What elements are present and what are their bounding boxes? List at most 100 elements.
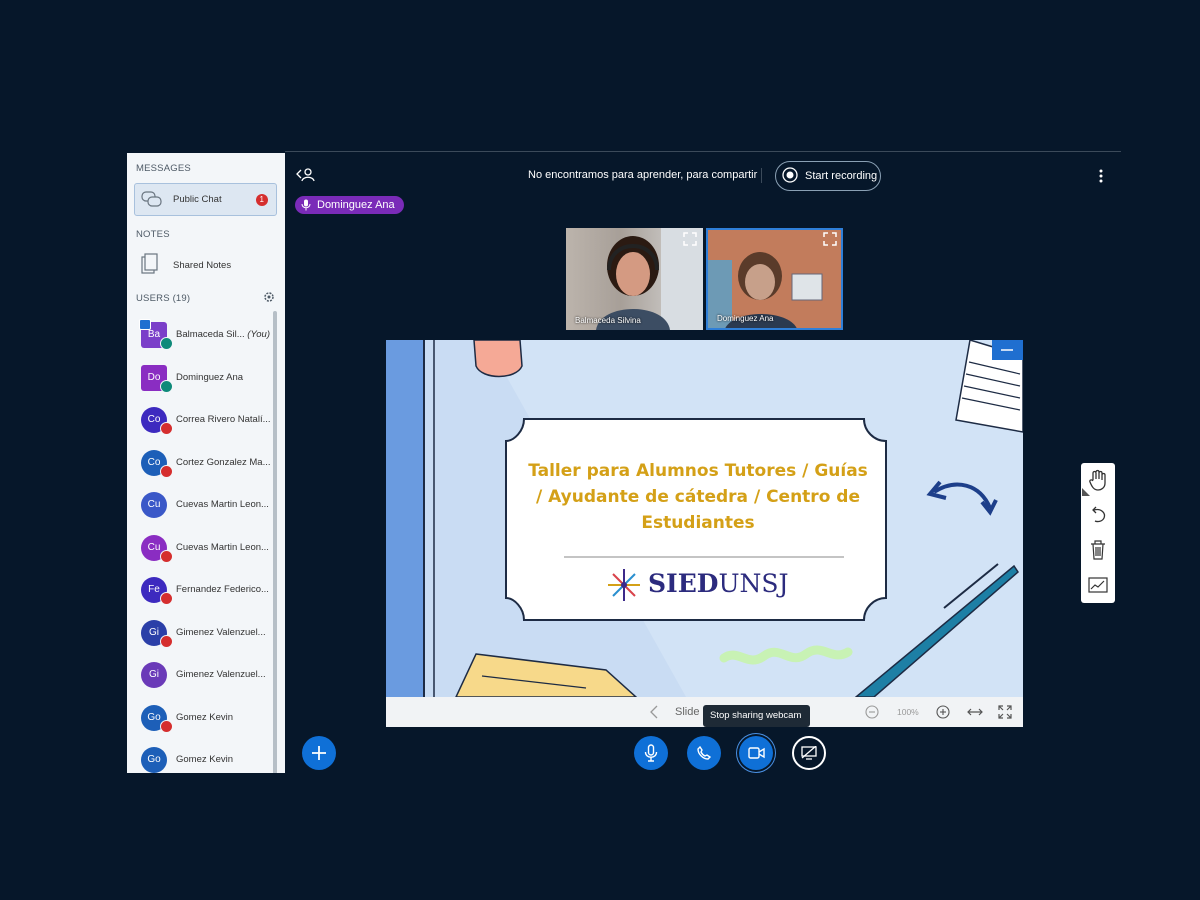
tooltip: Stop sharing webcam bbox=[703, 705, 810, 727]
fullscreen-icon[interactable] bbox=[998, 705, 1012, 719]
user-name-text: Fernandez Federico... bbox=[176, 584, 269, 595]
user-name: Cuevas Martin Leon... bbox=[176, 542, 276, 553]
mic-muted-icon bbox=[160, 549, 173, 563]
slide-title-line: / Ayudante de cátedra / Centro de bbox=[536, 487, 860, 507]
logo-text-sied: SIED bbox=[648, 569, 719, 598]
top-divider bbox=[285, 151, 1121, 152]
user-name-text: Dominguez Ana bbox=[176, 371, 244, 383]
slide-logo: SIEDUNSJ bbox=[648, 569, 789, 598]
user-list-item[interactable]: Fe Fernandez Federico... bbox=[127, 572, 277, 610]
user-name-text: Balmaceda Sil... bbox=[176, 329, 245, 340]
zoom-level: 100% bbox=[897, 707, 919, 717]
public-chat-label: Public Chat bbox=[173, 194, 222, 205]
user-name-text: Cortez Gonzalez Ma... bbox=[176, 456, 271, 468]
fit-width-icon[interactable] bbox=[967, 706, 983, 718]
user-list-scrollbar[interactable] bbox=[273, 311, 277, 773]
slide-title-line: Taller para Alumnos Tutores / Guías bbox=[528, 461, 868, 481]
user-list-item[interactable]: Cu Cuevas Martin Leon... bbox=[127, 530, 277, 568]
more-vertical-icon[interactable] bbox=[1096, 168, 1106, 184]
user-list-item[interactable]: Do Dominguez Ana bbox=[127, 360, 277, 398]
mute-button[interactable] bbox=[634, 736, 668, 770]
mic-on-icon bbox=[160, 379, 173, 393]
whiteboard-toolbar bbox=[1081, 463, 1115, 603]
user-name-text: Gimenez Valenzuel... bbox=[176, 626, 266, 638]
undo-button[interactable] bbox=[1081, 498, 1115, 532]
slide-title-line: Estudiantes bbox=[641, 513, 755, 533]
user-list-item[interactable]: Gi Gimenez Valenzuel... bbox=[127, 657, 277, 695]
start-recording-label: Start recording bbox=[805, 170, 878, 182]
user-name-text: Correa Rivero Natalí... bbox=[176, 414, 271, 425]
webcam-name: Balmaceda Silvina bbox=[575, 316, 641, 325]
notes-icon bbox=[141, 253, 158, 274]
webcam-button[interactable] bbox=[739, 736, 773, 770]
mic-on-icon bbox=[160, 337, 173, 350]
user-name: Dominguez Ana bbox=[176, 372, 276, 383]
user-name-text: Cuevas Martin Leon... bbox=[176, 499, 269, 510]
mic-muted-icon bbox=[160, 719, 173, 733]
mic-muted-icon bbox=[160, 464, 173, 478]
trash-icon bbox=[1091, 540, 1105, 560]
record-icon bbox=[782, 167, 798, 183]
user-list-item[interactable]: Ba Balmaceda Sil... (You) bbox=[127, 317, 277, 355]
user-list-item[interactable]: Go Gomez Kevin bbox=[127, 742, 277, 773]
shared-notes-label: Shared Notes bbox=[173, 260, 232, 271]
meeting-title: No encontramos para aprender, para compa… bbox=[528, 169, 758, 181]
title-divider bbox=[761, 168, 762, 183]
user-name-text: Cuevas Martin Leon... bbox=[176, 541, 269, 553]
screenshare-button[interactable] bbox=[792, 736, 826, 770]
clear-button[interactable] bbox=[1081, 533, 1115, 567]
logo-text-unsj: UNSJ bbox=[718, 569, 789, 598]
slide-selector[interactable]: Slide bbox=[675, 706, 699, 718]
undo-icon bbox=[1092, 506, 1106, 523]
microphone-icon bbox=[644, 744, 658, 762]
plus-icon bbox=[312, 746, 326, 760]
presentation-slide[interactable]: Taller para Alumnos Tutores / Guías / Ay… bbox=[386, 340, 1023, 697]
actions-button[interactable] bbox=[302, 736, 336, 770]
user-list-item[interactable]: Go Gomez Kevin bbox=[127, 700, 277, 738]
messages-section-label: MESSAGES bbox=[136, 163, 191, 174]
sidebar: MESSAGES Public Chat 1 NOTES Shared Note… bbox=[127, 153, 285, 773]
hand-icon bbox=[1089, 469, 1106, 491]
multi-user-button[interactable] bbox=[1081, 568, 1115, 602]
previous-slide-icon[interactable] bbox=[649, 705, 659, 719]
mic-muted-icon bbox=[160, 422, 173, 435]
user-name: Gimenez Valenzuel... bbox=[176, 669, 276, 680]
unread-badge: 1 bbox=[255, 194, 268, 206]
user-name: Gomez Kevin bbox=[176, 712, 276, 723]
presenter-icon bbox=[139, 319, 151, 330]
user-name: Cuevas Martin Leon... bbox=[176, 499, 276, 510]
user-name: Gomez Kevin bbox=[176, 754, 276, 765]
user-list-toggle-icon[interactable] bbox=[296, 167, 316, 183]
webcam-dominguez[interactable]: Dominguez Ana bbox=[706, 228, 843, 330]
zoom-out-icon[interactable] bbox=[865, 705, 879, 719]
user-name-text: Gomez Kevin bbox=[176, 754, 234, 765]
user-list-item[interactable]: Cu Cuevas Martin Leon... bbox=[127, 487, 277, 525]
user-name: Balmaceda Sil... (You) bbox=[176, 329, 276, 340]
user-name: Cortez Gonzalez Ma... bbox=[176, 457, 276, 468]
user-name: Gimenez Valenzuel... bbox=[176, 627, 276, 638]
user-list-item[interactable]: Co Cortez Gonzalez Ma... bbox=[127, 445, 277, 483]
users-section-label: USERS (19) bbox=[136, 293, 191, 304]
talking-user-name: Dominguez Ana bbox=[317, 199, 395, 211]
avatar: Cu bbox=[141, 492, 167, 518]
screenshare-icon bbox=[801, 746, 817, 760]
tooltip-text: Stop sharing webcam bbox=[710, 710, 802, 721]
start-recording-button[interactable]: Start recording bbox=[775, 161, 881, 191]
user-list-item[interactable]: Gi Gimenez Valenzuel... bbox=[127, 615, 277, 653]
mic-muted-icon bbox=[160, 634, 173, 648]
webcam-name: Dominguez Ana bbox=[717, 314, 774, 323]
fullscreen-icon[interactable] bbox=[683, 232, 697, 246]
hand-tool-button[interactable] bbox=[1081, 463, 1115, 497]
talking-indicator[interactable]: Dominguez Ana bbox=[295, 196, 404, 214]
user-list-item[interactable]: Co Correa Rivero Natalí... bbox=[127, 402, 277, 440]
chat-icon bbox=[141, 191, 162, 207]
gear-icon[interactable] bbox=[263, 291, 275, 303]
public-chat-item[interactable]: Public Chat 1 bbox=[134, 183, 277, 216]
notes-section-label: NOTES bbox=[136, 229, 170, 240]
webcam-balmaceda[interactable]: Balmaceda Silvina bbox=[566, 228, 703, 330]
zoom-in-icon[interactable] bbox=[936, 705, 950, 719]
fullscreen-icon[interactable] bbox=[823, 232, 837, 246]
user-name-text: Gimenez Valenzuel... bbox=[176, 669, 266, 680]
leave-audio-button[interactable] bbox=[687, 736, 721, 770]
slide-title: Taller para Alumnos Tutores / Guías / Ay… bbox=[516, 458, 880, 536]
